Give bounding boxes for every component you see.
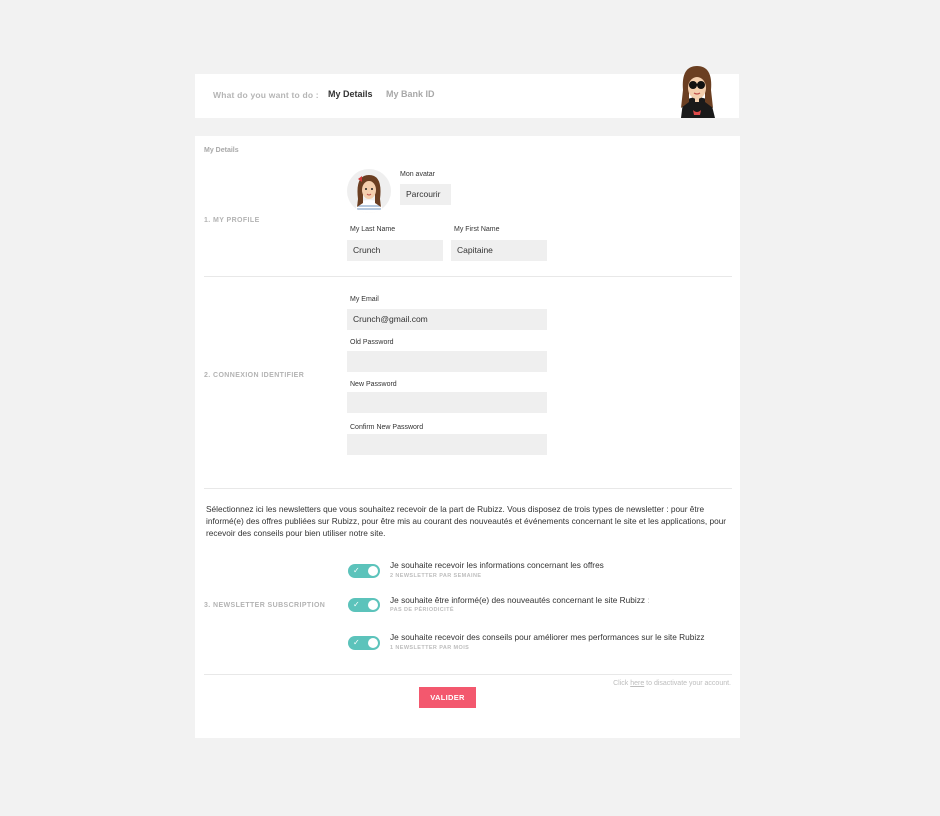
check-icon: ✓ xyxy=(353,638,360,647)
avatar-label: Mon avatar xyxy=(400,171,436,178)
newsletter-news-toggle[interactable]: ✓ xyxy=(348,598,380,612)
email-label: My Email xyxy=(350,296,379,303)
toggle-knob xyxy=(368,566,378,576)
section-label-connexion-identifier: 2. CONNEXION IDENTIFIER xyxy=(204,372,305,379)
section-label-newsletter-subscription: 3. NEWSLETTER SUBSCRIPTION xyxy=(204,602,326,609)
avatar xyxy=(347,169,391,213)
submit-button[interactable]: VALIDER xyxy=(419,687,476,708)
newsletter-offers-toggle[interactable]: ✓ xyxy=(348,564,380,578)
newsletter-tips-toggle[interactable]: ✓ xyxy=(348,636,380,650)
newsletter-tips-frequency: 1 NEWSLETTER PAR MOIS xyxy=(390,645,470,651)
newsletter-news-title: Je souhaite être informé(e) des nouveaut… xyxy=(390,595,650,605)
last-name-field[interactable]: Crunch xyxy=(347,240,443,261)
details-form-card: My Details 1. MY PROFILE Mon avatar Parc… xyxy=(195,136,740,738)
toggle-knob xyxy=(368,600,378,610)
confirm-password-field[interactable] xyxy=(347,434,547,455)
top-navigation-bar: What do you want to do : My Details My B… xyxy=(195,66,739,118)
newsletter-intro-text: Sélectionnez ici les newsletters que vou… xyxy=(206,504,727,538)
check-icon: ✓ xyxy=(353,600,360,609)
deactivate-suffix: to disactivate your account. xyxy=(646,680,731,687)
newsletter-offers-title: Je souhaite recevoir les informations co… xyxy=(390,560,604,570)
newsletter-news-title-text: Je souhaite être informé(e) des nouveaut… xyxy=(390,595,646,605)
old-password-field[interactable] xyxy=(347,351,547,372)
tab-my-bank-id[interactable]: My Bank ID xyxy=(386,89,435,99)
section-divider xyxy=(204,674,732,675)
deactivate-prefix: Click xyxy=(613,680,629,687)
newsletter-tips-title: Je souhaite recevoir des conseils pour a… xyxy=(390,632,705,642)
deactivate-account-link[interactable]: here xyxy=(630,680,644,687)
check-icon: ✓ xyxy=(353,566,360,575)
section-divider xyxy=(204,276,732,277)
newsletter-news-title-suffix: : xyxy=(647,595,650,605)
card-title: My Details xyxy=(204,147,239,154)
sunglasses-girl-illustration xyxy=(669,62,725,118)
confirm-password-label: Confirm New Password xyxy=(350,424,424,431)
browse-avatar-button[interactable]: Parcourir xyxy=(400,184,451,205)
old-password-label: Old Password xyxy=(350,339,394,346)
section-divider xyxy=(204,488,732,489)
last-name-label: My Last Name xyxy=(350,226,396,233)
toggle-knob xyxy=(368,638,378,648)
first-name-label: My First Name xyxy=(454,226,500,233)
section-label-my-profile: 1. MY PROFILE xyxy=(204,217,260,224)
new-password-field[interactable] xyxy=(347,392,547,413)
first-name-field[interactable]: Capitaine xyxy=(451,240,547,261)
email-field[interactable]: Crunch@gmail.com xyxy=(347,309,547,330)
nav-prompt: What do you want to do : xyxy=(213,90,319,100)
newsletter-news-frequency: PAS DE PÉRIODICITÉ xyxy=(390,607,454,613)
new-password-label: New Password xyxy=(350,381,397,388)
deactivate-account-text: Click here to disactivate your account. xyxy=(613,680,731,687)
tab-my-details[interactable]: My Details xyxy=(328,89,373,99)
newsletter-offers-frequency: 2 NEWSLETTER PAR SEMAINE xyxy=(390,573,482,579)
